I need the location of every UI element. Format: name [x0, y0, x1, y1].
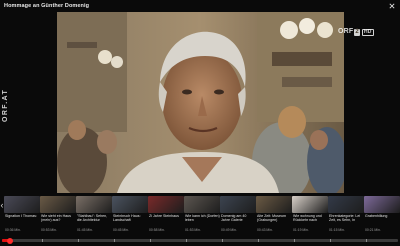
chapter-marker — [366, 239, 367, 242]
playlist-item-title: Grabenhillung — [365, 214, 388, 218]
video-frame[interactable] — [57, 12, 344, 193]
channel-number: 2 — [354, 29, 360, 36]
playlist-item[interactable]: Grabenhillung 00:21 Min. — [364, 196, 400, 236]
chapter-marker — [186, 239, 187, 242]
playlist-thumbnail — [328, 196, 364, 213]
playlist-item[interactable]: Wie sieht ein Haus (mehr) aus? 00:53 Min. — [40, 196, 76, 236]
playlist-thumbnail — [4, 196, 40, 213]
playlist-thumbnail — [76, 196, 112, 213]
chapter-marker — [114, 239, 115, 242]
playlist-item-title: Domenig am 40 Jahre Galerie — [221, 214, 247, 223]
playlist-thumbnail — [292, 196, 328, 213]
playlist-thumbnail — [112, 196, 148, 213]
progress-bar[interactable] — [2, 237, 398, 244]
playlist-item-duration: 01:15 Min. — [329, 228, 345, 232]
playlist-item-duration: 00:36 Min. — [5, 228, 21, 232]
playlist-thumbnail — [148, 196, 184, 213]
chapter-marker — [78, 239, 79, 242]
hd-badge: HD — [361, 29, 374, 36]
video-title: Hommage an Günther Domenig — [4, 3, 90, 9]
playlist-item[interactable]: Wie kann ich (Dorfen) leben 01:53 Min. — [184, 196, 220, 236]
chapter-marker — [150, 239, 151, 242]
playlist-item-title: Wie kann ich (Dorfen) leben — [185, 214, 220, 223]
playlist-item-title: Zi Jahre Steinhaus — [149, 214, 179, 218]
playlist-item-duration: 00:58 Min. — [149, 228, 165, 232]
playlist-thumbnail — [364, 196, 400, 213]
video-player: Hommage an Günther Domenig ORF.AT ORF 2 … — [0, 0, 400, 246]
playlist-thumbnail — [256, 196, 292, 213]
playlist-item-duration: 00:49 Min. — [221, 228, 237, 232]
playlist-item[interactable]: Alte Zeit: Museum (Grabungen) 00:43 Min. — [256, 196, 292, 236]
progress-knob[interactable] — [6, 237, 13, 244]
channel-name: ORF — [338, 28, 354, 35]
playlist-item-title: "Stahlbau": Sehen, die Architektur — [77, 214, 108, 223]
chapter-marker — [258, 239, 259, 242]
playlist-item-duration: 00:21 Min. — [365, 228, 381, 232]
playlist-strip: Signation I Thomas: 00:36 Min. Wie sieht e… — [0, 196, 400, 236]
playlist-item[interactable]: "Stahlbau": Sehen, die Architektur 01:45 … — [76, 196, 112, 236]
playlist-item-duration: 01:19 Min. — [293, 228, 309, 232]
chapter-marker — [222, 239, 223, 242]
playlist-item-title: Wie wohnung und Rückkehr nach — [293, 214, 322, 223]
playlist-item-duration: 00:43 Min. — [257, 228, 273, 232]
playlist-item[interactable]: Zi Jahre Steinhaus 00:58 Min. — [148, 196, 184, 236]
playlist-item[interactable]: Domenig am 40 Jahre Galerie 00:49 Min. — [220, 196, 256, 236]
playlist-item-duration: 01:53 Min. — [185, 228, 201, 232]
playlist-item-title: Alte Zeit: Museum (Grabungen) — [257, 214, 286, 223]
playlist-item[interactable]: Wie wohnung und Rückkehr nach 01:19 Min. — [292, 196, 328, 236]
playlist-item-duration: 01:45 Min. — [77, 228, 93, 232]
chapter-marker — [42, 239, 43, 242]
playlist-thumbnail — [220, 196, 256, 213]
playlist-item-title: Ehrenkategorie: Lei Zeit, es Sehn, In — [329, 214, 361, 223]
playlist-item-duration: 00:53 Min. — [41, 228, 57, 232]
playlist-item-duration: 00:45 Min. — [113, 228, 129, 232]
chapter-marker — [330, 239, 331, 242]
video-still — [57, 12, 344, 193]
channel-logo: ORF 2 HD — [338, 28, 374, 36]
playlist-item[interactable]: Ehrenkategorie: Lei Zeit, es Sehn, In 01:… — [328, 196, 364, 236]
playlist-item[interactable]: Signation I Thomas: 00:36 Min. — [4, 196, 40, 236]
playlist-item-title: Signation I Thomas: — [5, 214, 37, 218]
brand-logo: ORF.AT — [2, 88, 9, 122]
playlist-thumbnail — [184, 196, 220, 213]
playlist-item[interactable]: Steinbruch Haus: Landschaft 00:45 Min. — [112, 196, 148, 236]
playlist-item-title: Wie sieht ein Haus (mehr) aus? — [41, 214, 71, 223]
playlist-thumbnail — [40, 196, 76, 213]
playlist-item-title: Steinbruch Haus: Landschaft — [113, 214, 141, 223]
close-icon[interactable] — [389, 3, 395, 9]
chapter-marker — [294, 239, 295, 242]
